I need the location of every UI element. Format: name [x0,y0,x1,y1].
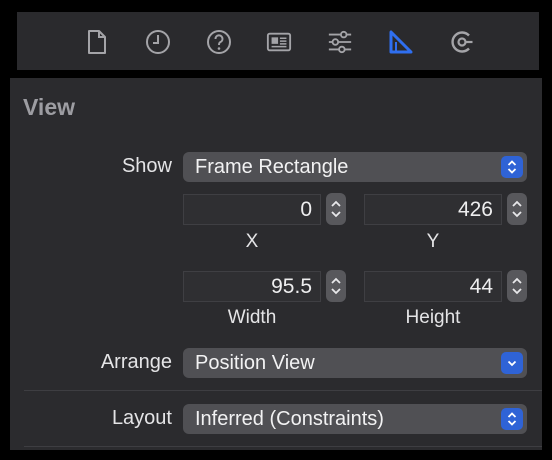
arrange-popup-value: Position View [195,352,315,374]
file-icon[interactable] [84,29,110,55]
attributes-icon[interactable] [327,29,353,55]
show-popup[interactable]: Frame Rectangle [183,152,527,182]
divider [24,446,542,447]
section-title: View [23,94,75,120]
width-field[interactable]: 95.5 [183,271,321,302]
x-label: X [245,231,259,252]
show-label: Show [121,155,172,177]
divider [24,390,542,391]
y-stepper[interactable] [507,193,527,225]
y-label: Y [426,231,440,252]
height-field[interactable]: 44 [364,271,502,302]
height-stepper[interactable] [507,270,527,302]
up-down-chevron-icon [501,408,523,430]
size-icon[interactable] [388,29,414,55]
x-stepper[interactable] [326,193,346,225]
layout-popup[interactable]: Inferred (Constraints) [183,404,527,434]
layout-popup-value: Inferred (Constraints) [195,408,384,430]
layout-label: Layout [111,407,172,429]
chevron-down-icon [501,352,523,374]
connections-icon[interactable] [449,29,475,55]
x-field[interactable]: 0 [183,194,321,225]
width-label: Width [227,307,277,328]
help-icon[interactable] [206,29,232,55]
y-field[interactable]: 426 [364,194,502,225]
history-icon[interactable] [145,29,171,55]
inspector-toolbar [17,12,539,70]
height-label: Height [405,307,461,328]
width-stepper[interactable] [326,270,346,302]
arrange-label: Arrange [100,351,172,373]
inspector-panel: View Show Frame Rectangle 0 X 426 Y 95.5… [10,78,542,450]
arrange-popup[interactable]: Position View [183,348,527,378]
up-down-chevron-icon [501,156,523,178]
identity-icon[interactable] [266,29,292,55]
show-popup-value: Frame Rectangle [195,156,349,178]
